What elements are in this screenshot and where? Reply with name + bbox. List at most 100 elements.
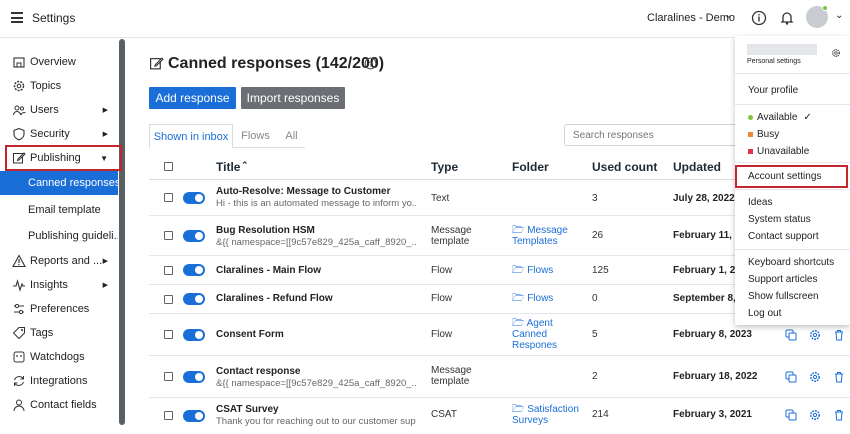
search-input[interactable] <box>564 124 744 146</box>
row-title[interactable]: Contact response <box>216 366 300 377</box>
copy-icon[interactable] <box>785 409 797 421</box>
status-available-item[interactable]: Available ✓ <box>748 112 812 123</box>
sidebar-scrollbar[interactable] <box>119 39 125 425</box>
row-description: Hi - this is an automated message to inf… <box>216 198 416 209</box>
column-title[interactable]: Title <box>216 160 240 174</box>
folder-icon: 🗁 <box>512 404 528 415</box>
row-checkbox[interactable] <box>164 330 173 339</box>
row-folder[interactable]: 🗁 Flows <box>512 265 553 276</box>
sidebar-item-insights[interactable]: Insights ▶ <box>0 273 118 297</box>
sidebar-item-contact-fields[interactable]: Contact fields <box>0 393 118 417</box>
row-checkbox[interactable] <box>164 295 173 304</box>
row-checkbox[interactable] <box>164 193 173 202</box>
copy-icon[interactable] <box>785 329 797 341</box>
gear-icon[interactable] <box>831 48 841 58</box>
building-icon <box>13 57 25 68</box>
sidebar-sub-publishing-guidelines[interactable]: Publishing guideli... <box>0 224 118 248</box>
sidebar-item-label: Preferences <box>30 303 90 315</box>
divider <box>735 189 850 190</box>
folder-icon: 🗁 <box>512 225 528 236</box>
help-icon[interactable]: ? <box>364 57 377 70</box>
contact-support-item[interactable]: Contact support <box>748 231 819 242</box>
enabled-toggle[interactable] <box>183 410 205 422</box>
menu-icon[interactable] <box>11 12 23 23</box>
row-checkbox[interactable] <box>164 372 173 381</box>
row-title[interactable]: Claralines - Refund Flow <box>216 293 333 304</box>
sidebar-item-integrations[interactable]: Integrations <box>0 369 118 393</box>
pulse-icon <box>13 279 25 292</box>
chevron-down-icon[interactable]: ⌄ <box>835 10 843 21</box>
log-out-item[interactable]: Log out <box>748 308 781 319</box>
row-title[interactable]: Bug Resolution HSM <box>216 225 315 236</box>
enabled-toggle[interactable] <box>183 192 205 204</box>
enabled-toggle[interactable] <box>183 230 205 242</box>
enabled-toggle[interactable] <box>183 371 205 383</box>
tab-flows[interactable]: Flows <box>233 124 278 148</box>
sidebar-sub-canned-responses[interactable]: Canned responses <box>0 171 118 195</box>
status-dot <box>822 5 828 11</box>
support-articles-item[interactable]: Support articles <box>748 274 817 285</box>
gear-icon[interactable] <box>809 371 821 383</box>
show-fullscreen-item[interactable]: Show fullscreen <box>748 291 819 302</box>
busy-dot <box>748 131 753 137</box>
page-title: Canned responses (142/200) <box>168 55 385 72</box>
sidebar-sub-email-template[interactable]: Email template <box>0 198 118 222</box>
sidebar-item-reports[interactable]: Reports and ... ▶ <box>0 249 118 273</box>
sidebar-item-overview[interactable]: Overview <box>0 50 118 74</box>
column-updated[interactable]: Updated <box>673 160 721 174</box>
column-folder[interactable]: Folder <box>512 160 549 174</box>
row-folder[interactable]: 🗁 Message Templates <box>512 225 572 247</box>
sidebar-item-security[interactable]: Security ▶ <box>0 122 118 146</box>
bell-icon[interactable] <box>778 9 796 27</box>
row-title[interactable]: Claralines - Main Flow <box>216 265 321 276</box>
status-busy-item[interactable]: Busy <box>748 129 779 140</box>
info-icon[interactable] <box>750 9 768 27</box>
tab-shown-in-inbox[interactable]: Shown in inbox <box>149 124 233 148</box>
column-used-count[interactable]: Used count <box>592 160 657 174</box>
table-row[interactable]: CSAT Survey Thank you for reaching out t… <box>149 398 850 434</box>
sidebar-item-watchdogs[interactable]: Watchdogs <box>0 345 118 369</box>
divider <box>735 249 850 250</box>
your-profile-item[interactable]: Your profile <box>748 85 798 96</box>
row-checkbox[interactable] <box>164 411 173 420</box>
sidebar-item-topics[interactable]: Topics <box>0 74 118 98</box>
row-title[interactable]: Consent Form <box>216 329 284 340</box>
select-all-checkbox[interactable] <box>164 162 173 171</box>
trash-icon[interactable] <box>833 371 845 383</box>
import-responses-button[interactable]: Import responses <box>241 87 345 109</box>
sliders-icon <box>14 303 24 315</box>
row-folder[interactable]: 🗁 Agent Canned Respones <box>512 318 572 351</box>
sidebar-item-users[interactable]: Users ▶ <box>0 98 118 122</box>
row-title[interactable]: CSAT Survey <box>216 404 279 415</box>
sidebar-item-preferences[interactable]: Preferences <box>0 297 118 321</box>
trash-icon[interactable] <box>833 329 845 341</box>
enabled-toggle[interactable] <box>183 329 205 341</box>
row-folder[interactable]: 🗁 Flows <box>512 293 553 304</box>
row-updated: February 11, 2 <box>673 230 741 241</box>
row-title[interactable]: Auto-Resolve: Message to Customer <box>216 186 390 197</box>
sort-asc-icon[interactable]: ⌃ <box>241 160 249 171</box>
trash-icon[interactable] <box>833 409 845 421</box>
keyboard-shortcuts-item[interactable]: Keyboard shortcuts <box>748 257 834 268</box>
column-type[interactable]: Type <box>431 160 458 174</box>
sidebar-item-tags[interactable]: Tags <box>0 321 118 345</box>
row-checkbox[interactable] <box>164 266 173 275</box>
add-response-button[interactable]: Add response <box>149 87 236 109</box>
workspace-selector[interactable]: Claralines - Demo <box>647 12 735 24</box>
chevron-down-icon[interactable]: ⌄ <box>724 10 732 21</box>
row-updated: September 8, 2 <box>673 293 745 304</box>
row-folder[interactable]: 🗁 Satisfaction Surveys <box>512 404 582 426</box>
available-dot <box>748 114 753 120</box>
enabled-toggle[interactable] <box>183 293 205 305</box>
tab-all[interactable]: All <box>278 124 305 148</box>
gear-icon[interactable] <box>809 409 821 421</box>
status-unavailable-item[interactable]: Unavailable <box>748 146 809 157</box>
table-row[interactable]: Contact response &{{ namespace=[[9c57e82… <box>149 356 850 398</box>
enabled-toggle[interactable] <box>183 264 205 276</box>
system-status-item[interactable]: System status <box>748 214 811 225</box>
users-icon <box>13 105 26 116</box>
gear-icon[interactable] <box>809 329 821 341</box>
ideas-item[interactable]: Ideas <box>748 197 772 208</box>
copy-icon[interactable] <box>785 371 797 383</box>
row-checkbox[interactable] <box>164 231 173 240</box>
